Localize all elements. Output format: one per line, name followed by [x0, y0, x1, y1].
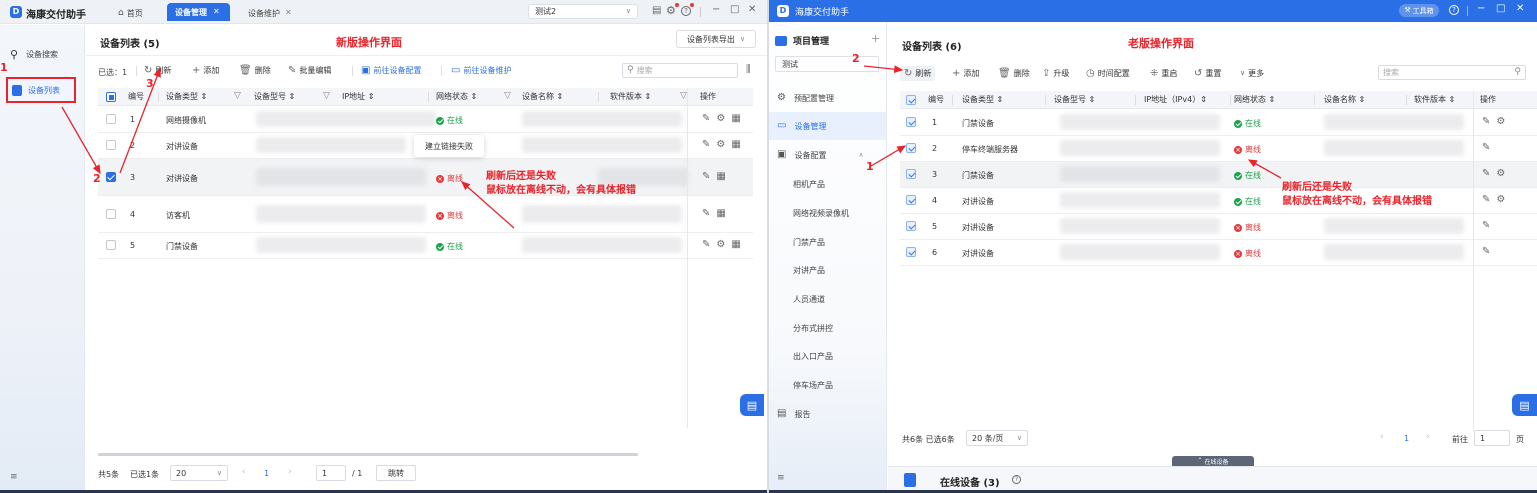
right-window: D 海康交付助手 ⚒ 工具箱 ? − □ ✕ 项目管理 + 测试 ⚙ 预配置管理 … — [769, 0, 1537, 493]
annotation-arrows — [61, 67, 515, 229]
arrow-to-checkbox — [870, 145, 907, 167]
arrow-to-offline — [1247, 159, 1282, 179]
arrow-to-offline — [461, 181, 515, 229]
left-window: D 海康交付助手 ⌂ 首页 设备管理 ✕ 设备维护 ✕ 测试2 ∨ ▤ ⚙ ? … — [0, 0, 768, 493]
arrow-to-refresh — [119, 67, 161, 174]
annotation-arrows — [863, 65, 1282, 179]
arrow-to-refresh — [863, 65, 904, 74]
arrow-to-checkbox — [61, 106, 101, 175]
